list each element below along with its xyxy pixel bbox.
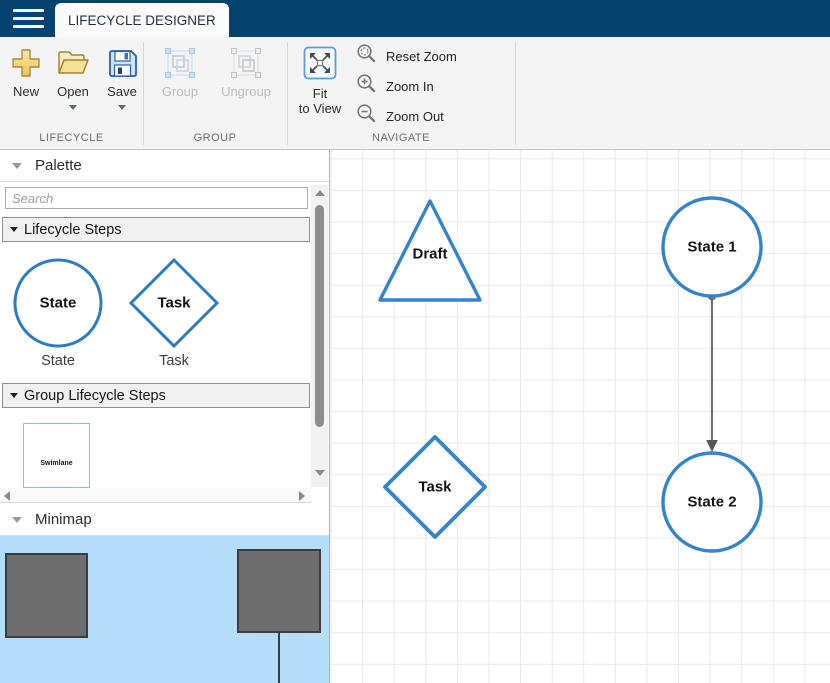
save-dropdown-chevron-icon[interactable]: [118, 105, 126, 110]
chevron-down-icon: [12, 163, 22, 169]
minimap-panel-title: Minimap: [35, 511, 92, 528]
zoom-in-button[interactable]: Zoom In: [356, 75, 434, 97]
zoom-out-button[interactable]: Zoom Out: [356, 105, 444, 127]
palette-panel-header[interactable]: Palette: [0, 150, 329, 182]
group-lifecycle-steps-section-title: Group Lifecycle Steps: [24, 388, 166, 404]
new-file-icon: [8, 45, 44, 81]
open-dropdown-chevron-icon[interactable]: [69, 105, 77, 110]
reset-zoom-label: Reset Zoom: [386, 49, 457, 64]
scroll-left-icon[interactable]: [4, 491, 10, 501]
group-icon: [162, 45, 198, 81]
canvas-node-task[interactable]: Task: [385, 437, 485, 537]
ribbon-toolbar: New Open Save: [0, 37, 830, 150]
palette-horizontal-scrollbar[interactable]: [0, 488, 311, 503]
tab-lifecycle-designer[interactable]: LIFECYCLE DESIGNER: [55, 3, 229, 37]
save-floppy-icon: [104, 45, 140, 81]
menu-icon[interactable]: [13, 9, 44, 28]
zoom-in-label: Zoom In: [386, 79, 434, 94]
scroll-up-icon[interactable]: [315, 190, 325, 196]
zoom-out-icon: [356, 103, 377, 129]
ribbon-separator: [143, 42, 144, 145]
palette-vertical-scrollbar[interactable]: [311, 185, 328, 487]
new-button-label: New: [13, 84, 39, 99]
ungroup-button-label: Ungroup: [221, 84, 271, 99]
diagram-canvas[interactable]: Draft State 1 Task State 2: [330, 150, 830, 683]
zoom-out-label: Zoom Out: [386, 109, 444, 124]
vertical-scrollbar-thumb[interactable]: [315, 205, 324, 427]
minimap-edge: [278, 633, 280, 683]
canvas-node-draft[interactable]: Draft: [380, 201, 480, 300]
canvas-node-draft-label: Draft: [412, 246, 447, 263]
open-button-label: Open: [57, 84, 89, 99]
triangle-down-icon: [10, 393, 18, 398]
section-label-lifecycle: LIFECYCLE: [0, 132, 143, 144]
chevron-down-icon: [12, 517, 22, 523]
ribbon-separator: [287, 42, 288, 145]
fit-to-view-label-line2: to View: [299, 101, 341, 116]
open-folder-icon: [55, 45, 91, 81]
canvas-node-state2-label: State 2: [687, 494, 736, 511]
group-lifecycle-steps-section-header[interactable]: Group Lifecycle Steps: [2, 383, 310, 408]
palette-state-caption: State: [13, 353, 103, 369]
canvas-node-state2[interactable]: State 2: [663, 453, 761, 551]
lifecycle-steps-section-title: Lifecycle Steps: [24, 222, 122, 238]
lifecycle-designer-app: LIFECYCLE DESIGNER New Open: [0, 0, 830, 683]
group-button-label: Group: [162, 84, 198, 99]
palette-state-shape-label: State: [40, 295, 77, 312]
ungroup-icon: [228, 45, 264, 81]
minimap-node: [237, 549, 321, 633]
palette-item-swimlane[interactable]: Swimlane: [23, 423, 90, 488]
new-button[interactable]: New: [4, 45, 48, 99]
palette-item-state[interactable]: State: [12, 257, 104, 354]
reset-zoom-button[interactable]: Reset Zoom: [356, 45, 457, 67]
lifecycle-steps-section-header[interactable]: Lifecycle Steps: [2, 217, 310, 242]
minimap-view[interactable]: [0, 536, 329, 683]
save-button-label: Save: [107, 84, 137, 99]
canvas-node-state1-label: State 1: [687, 239, 736, 256]
scroll-down-icon[interactable]: [315, 470, 325, 476]
reset-zoom-icon: [356, 43, 377, 69]
palette-search-input[interactable]: [5, 187, 308, 209]
ribbon-separator: [515, 42, 516, 145]
minimap-node: [5, 553, 88, 638]
triangle-down-icon: [10, 227, 18, 232]
open-button[interactable]: Open: [51, 45, 95, 110]
minimap-panel-header[interactable]: Minimap: [0, 504, 329, 536]
palette-item-task[interactable]: Task: [128, 257, 220, 354]
save-button[interactable]: Save: [100, 45, 144, 110]
fit-to-view-button[interactable]: Fit to View: [294, 45, 346, 116]
palette-swimlane-shape-label: Swimlane: [24, 460, 89, 467]
arrowhead-icon: [706, 440, 718, 452]
palette-task-shape-label: Task: [157, 295, 191, 312]
ungroup-button[interactable]: Ungroup: [212, 45, 280, 99]
canvas-node-task-label: Task: [418, 479, 452, 496]
fit-to-view-label-line1: Fit: [313, 86, 327, 101]
sidebar: Palette Lifecycle Steps State State Task…: [0, 150, 330, 683]
scroll-right-icon[interactable]: [299, 491, 305, 501]
palette-task-caption: Task: [129, 353, 219, 369]
palette-panel-title: Palette: [35, 157, 82, 174]
fit-to-view-icon: [302, 45, 338, 81]
canvas-node-state1[interactable]: State 1: [663, 198, 761, 296]
zoom-in-icon: [356, 73, 377, 99]
section-label-group: GROUP: [143, 132, 287, 144]
titlebar: LIFECYCLE DESIGNER: [0, 0, 830, 37]
transition-edge[interactable]: [706, 292, 718, 452]
section-label-navigate: NAVIGATE: [287, 132, 515, 144]
group-button[interactable]: Group: [152, 45, 208, 99]
